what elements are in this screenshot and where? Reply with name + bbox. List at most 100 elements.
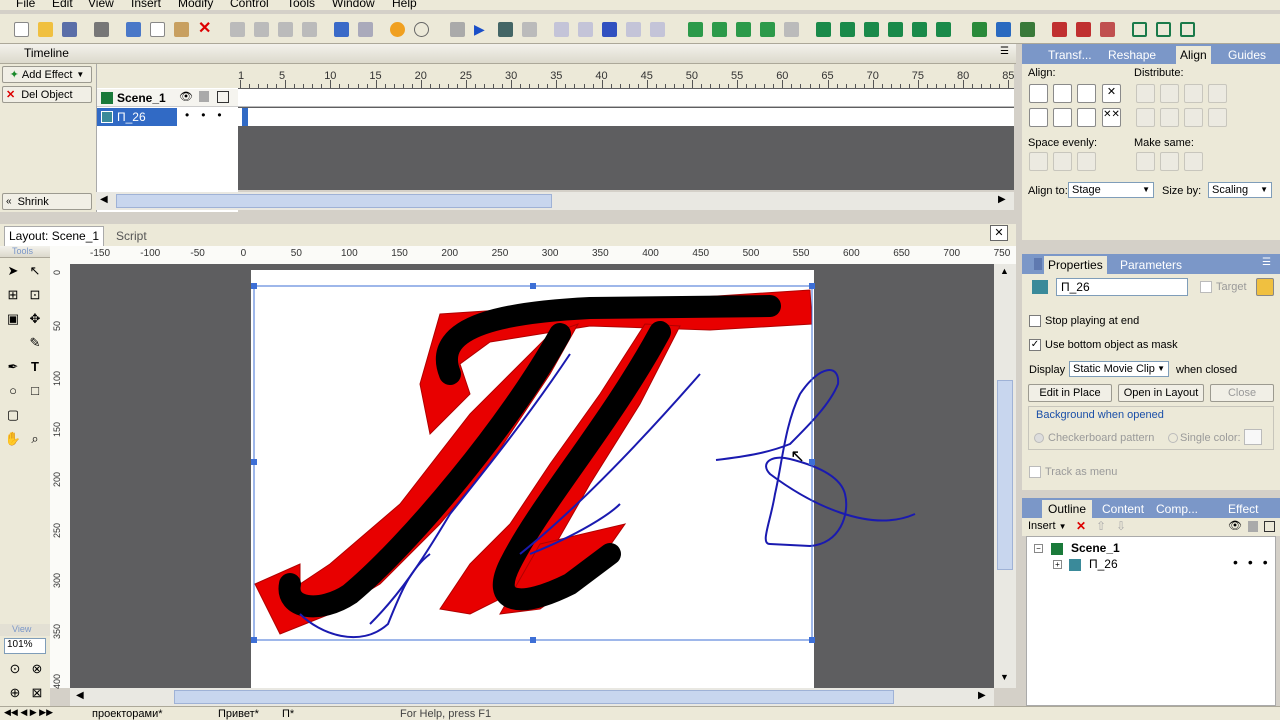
move-up-icon[interactable]: ⇧ xyxy=(1096,519,1106,533)
export-swf-icon[interactable] xyxy=(972,22,987,37)
open-icon[interactable] xyxy=(38,22,53,37)
menu-insert[interactable]: Insert xyxy=(131,0,161,10)
reshape-tool-icon[interactable]: ✥ xyxy=(26,310,44,328)
save-icon[interactable] xyxy=(62,22,77,37)
align-right-button[interactable] xyxy=(1077,84,1096,103)
size-by-select[interactable]: Scaling xyxy=(1208,182,1272,198)
dist-7-button[interactable] xyxy=(1184,108,1203,127)
same-size-button[interactable] xyxy=(1184,152,1203,171)
menu-view[interactable]: View xyxy=(88,0,114,10)
menu-modify[interactable]: Modify xyxy=(178,0,213,10)
effect-4-icon[interactable] xyxy=(888,22,903,37)
timeline-hscroll-thumb[interactable] xyxy=(116,194,552,208)
open-in-layout-button[interactable]: Open in Layout xyxy=(1118,384,1204,402)
use-mask-checkbox[interactable]: ✓ xyxy=(1029,339,1041,351)
scroll-down-icon[interactable]: ▼ xyxy=(1000,672,1009,682)
resize-handle-tr[interactable] xyxy=(809,283,815,289)
menu-control[interactable]: Control xyxy=(230,0,269,10)
insert-frame-icon[interactable] xyxy=(736,22,751,37)
expand-icon[interactable]: + xyxy=(1053,560,1062,569)
target-icon[interactable] xyxy=(1256,278,1274,296)
resize-handle-tl[interactable] xyxy=(251,283,257,289)
tab-components[interactable]: Comp... xyxy=(1156,502,1198,516)
prev-frame-icon[interactable] xyxy=(578,22,593,37)
scroll-left-icon[interactable]: ◀ xyxy=(100,194,108,205)
image-tool-icon[interactable]: ▣ xyxy=(4,310,22,328)
close-layout-button[interactable]: ✕ xyxy=(990,225,1008,241)
close-button[interactable]: Close xyxy=(1210,384,1274,402)
tab-parameters[interactable]: Parameters xyxy=(1120,258,1182,272)
stop-at-end-checkbox[interactable] xyxy=(1029,315,1041,327)
same-height-button[interactable] xyxy=(1160,152,1179,171)
outline-box-icon[interactable] xyxy=(1264,521,1275,532)
cut-icon[interactable] xyxy=(126,22,141,37)
help-icon[interactable] xyxy=(390,22,405,37)
resize-handle-mr[interactable] xyxy=(809,459,815,465)
send-backward-icon[interactable] xyxy=(302,22,317,37)
effect-3-icon[interactable] xyxy=(864,22,879,37)
drawing-artwork[interactable] xyxy=(70,264,994,688)
effect-1-icon[interactable] xyxy=(816,22,831,37)
zoom-page-icon[interactable]: ⊕ xyxy=(6,684,24,702)
menu-window[interactable]: Window xyxy=(332,0,375,10)
scroll-up-icon[interactable]: ▲ xyxy=(1000,266,1009,276)
outline-scene[interactable]: Scene_1 xyxy=(1071,541,1120,555)
bring-front-icon[interactable] xyxy=(230,22,245,37)
collapse-icon[interactable]: − xyxy=(1034,544,1043,553)
tab-outline[interactable]: Outline xyxy=(1042,500,1093,518)
align-vcenter-button[interactable] xyxy=(1053,108,1072,127)
effect-5-icon[interactable] xyxy=(912,22,927,37)
canvas-vscroll-thumb[interactable] xyxy=(997,380,1013,570)
nav-first-icon[interactable]: ◀◀ ◀ ▶ ▶▶ xyxy=(4,707,53,718)
panel-menu-icon[interactable]: ☰ xyxy=(1000,46,1009,57)
context-help-icon[interactable] xyxy=(414,22,429,37)
display-select[interactable]: Static Movie Clip xyxy=(1069,361,1169,377)
play-icon[interactable]: ▶ xyxy=(474,22,489,37)
doc-tab-1[interactable]: проекторами* xyxy=(92,708,163,720)
delete-icon[interactable]: ✕ xyxy=(198,21,213,37)
del-object-button[interactable]: ✕ Del Object xyxy=(2,86,92,103)
remove-frame-icon[interactable] xyxy=(784,22,799,37)
export-gif-icon[interactable] xyxy=(1020,22,1035,37)
outline-box-icon[interactable] xyxy=(217,91,229,103)
zoom-selection-icon[interactable]: ⊗ xyxy=(28,660,46,678)
next-frame-icon[interactable] xyxy=(602,22,617,37)
resize-handle-bl[interactable] xyxy=(251,637,257,643)
send-back-icon[interactable] xyxy=(278,22,293,37)
resize-handle-tm[interactable] xyxy=(530,283,536,289)
move-down-icon[interactable]: ⇩ xyxy=(1116,519,1126,533)
bring-forward-icon[interactable] xyxy=(254,22,269,37)
zoom-tool-icon[interactable]: ⌕ xyxy=(26,430,44,448)
zoom-fit-icon[interactable]: ⊙ xyxy=(6,660,24,678)
export-avi-icon[interactable] xyxy=(1052,22,1067,37)
zoom-all-icon[interactable]: ⊠ xyxy=(28,684,46,702)
playhead[interactable] xyxy=(242,108,248,126)
target-checkbox[interactable] xyxy=(1200,281,1212,293)
insert-scene-icon[interactable] xyxy=(688,22,703,37)
menu-help[interactable]: Help xyxy=(392,0,417,10)
dist-4-button[interactable] xyxy=(1208,84,1227,103)
forward-icon[interactable] xyxy=(626,22,641,37)
align-bottom-button[interactable] xyxy=(1077,108,1096,127)
edit-in-place-button[interactable]: Edit in Place xyxy=(1028,384,1112,402)
scroll-right-icon[interactable]: ▶ xyxy=(978,690,986,701)
effect-2-icon[interactable] xyxy=(840,22,855,37)
dist-1-button[interactable] xyxy=(1136,84,1155,103)
new-icon[interactable] xyxy=(14,22,29,37)
pencil-tool-icon[interactable]: ✎ xyxy=(26,334,44,352)
tab-script[interactable]: Script xyxy=(112,228,151,244)
redo-icon[interactable] xyxy=(358,22,373,37)
shrink-button[interactable]: «Shrink xyxy=(2,193,92,210)
outline-item[interactable]: П_26 xyxy=(1089,557,1118,571)
first-frame-icon[interactable] xyxy=(554,22,569,37)
canvas-hscroll[interactable]: ◀ ▶ xyxy=(70,688,994,706)
lock-icon[interactable] xyxy=(199,91,209,102)
export-html-icon[interactable] xyxy=(1076,22,1091,37)
text-tool-icon[interactable]: T xyxy=(26,358,44,376)
publish-icon[interactable] xyxy=(94,22,109,37)
tab-properties[interactable]: Properties xyxy=(1044,256,1107,274)
menu-edit[interactable]: Edit xyxy=(52,0,73,10)
envelope-tool-icon[interactable]: ⊡ xyxy=(26,286,44,304)
tab-guides[interactable]: Guides xyxy=(1228,48,1266,62)
resize-handle-bm[interactable] xyxy=(530,637,536,643)
